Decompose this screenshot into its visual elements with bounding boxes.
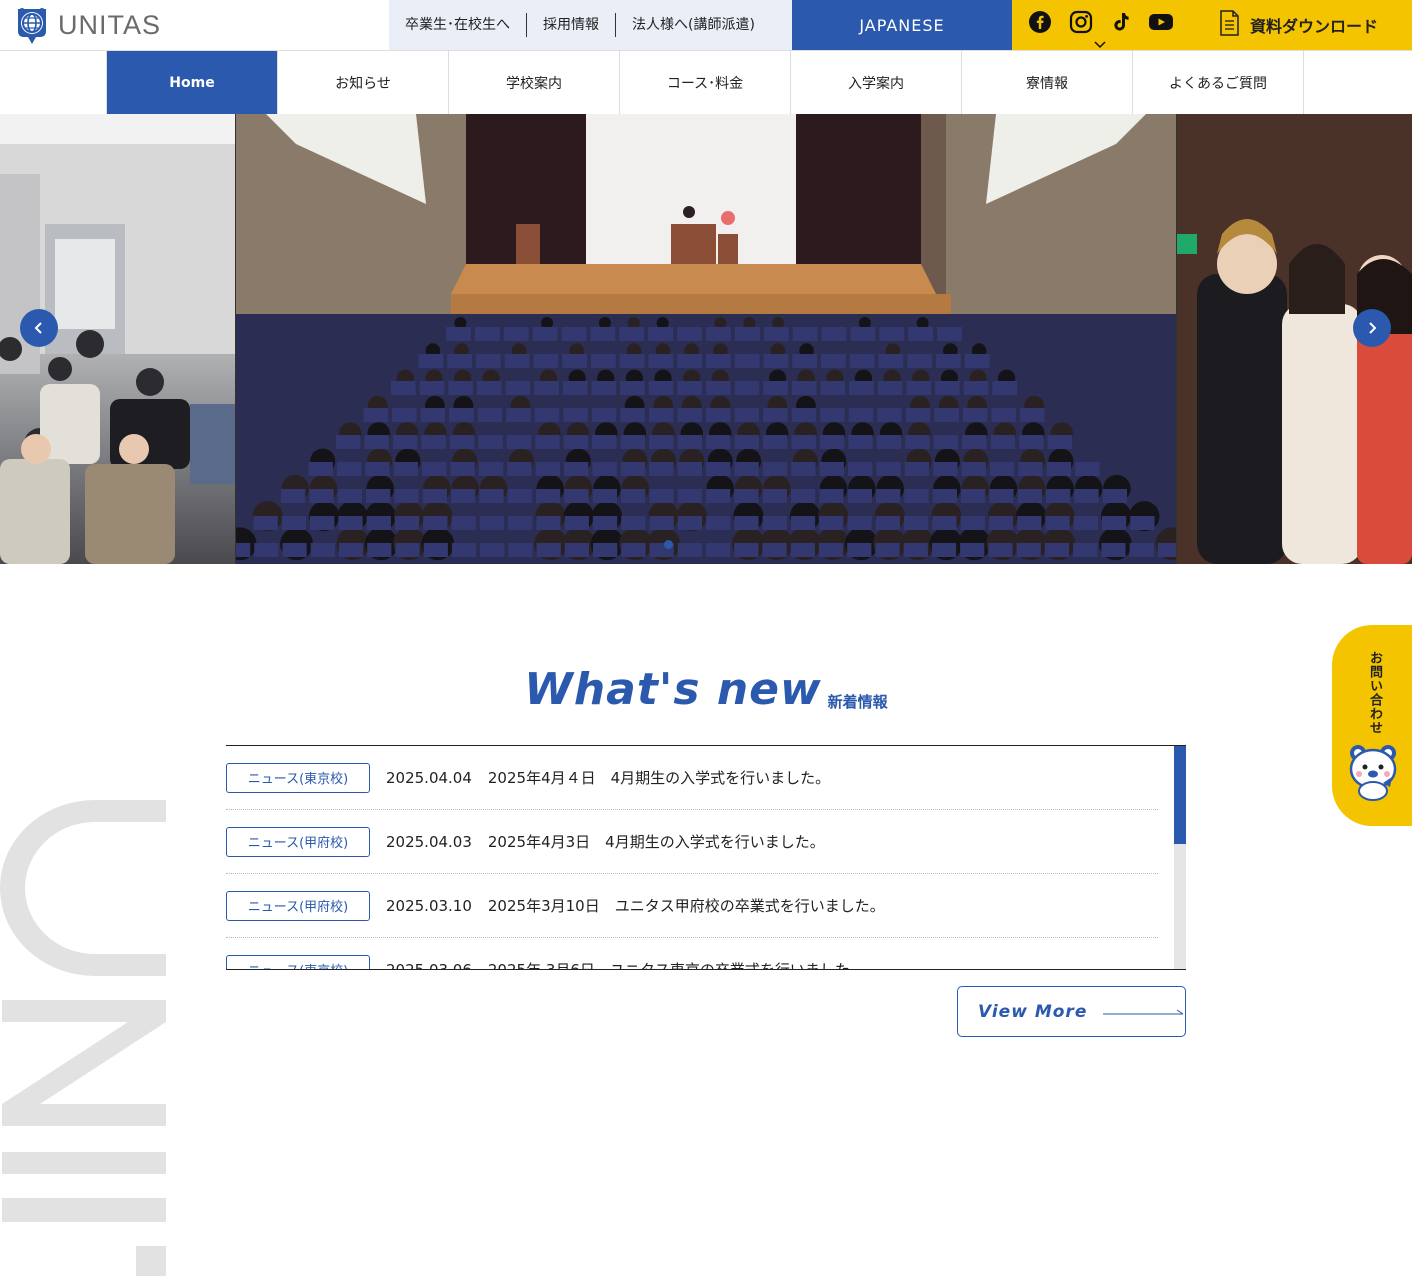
contact-label: お問い合わせ (1367, 651, 1382, 735)
document-icon (1218, 10, 1240, 40)
utility-links: 卒業生･在校生へ 採用情報 法人様へ(講師派遣) (389, 0, 792, 50)
news-date: 2025.04.03 (386, 832, 472, 851)
logo-text: UNITAS (58, 9, 162, 40)
nav-item-news[interactable]: お知らせ (278, 51, 449, 114)
language-button[interactable]: JAPANESE (792, 0, 1012, 50)
util-link-corporate[interactable]: 法人様へ(講師派遣) (615, 13, 771, 37)
news-title[interactable]: 2025年4月3日 4月期生の入学式を行いました。 (488, 831, 825, 852)
whats-new-subtitle: 新着情報 (827, 693, 888, 711)
slide-ceremony-hall-photo (236, 114, 1176, 564)
slider-dots (664, 540, 673, 549)
nav-item-courses-fees[interactable]: コース･料金 (620, 51, 791, 114)
nav-item-admission[interactable]: 入学案内 (791, 51, 962, 114)
news-list: ニュース(東京校) 2025.04.04 2025年4月４日 4月期生の入学式を… (226, 746, 1158, 970)
globe-logo-icon (14, 7, 50, 44)
util-link-recruit[interactable]: 採用情報 (526, 13, 615, 37)
view-more-label: View More (978, 1001, 1088, 1022)
util-link-alumni[interactable]: 卒業生･在校生へ (389, 13, 526, 37)
news-item[interactable]: ニュース(東京校) 2025.03.06 2025年 3月6日 ユニタス東京の卒… (226, 938, 1158, 970)
news-scrollbar-thumb[interactable] (1174, 746, 1186, 844)
download-brochure-button[interactable]: 資料ダウンロード (1218, 0, 1412, 50)
news-category-tag[interactable]: ニュース(東京校) (226, 762, 370, 793)
facebook-icon[interactable] (1028, 10, 1054, 36)
slider-prev-button[interactable] (20, 309, 58, 347)
news-date: 2025.03.10 (386, 896, 472, 915)
youtube-icon[interactable] (1148, 10, 1174, 36)
download-label: 資料ダウンロード (1250, 17, 1379, 36)
nav-item-faq[interactable]: よくあるご質問 (1133, 51, 1304, 114)
news-item[interactable]: ニュース(甲府校) 2025.03.10 2025年3月10日 ユニタス甲府校の… (226, 874, 1158, 938)
news-scrollbar[interactable] (1174, 746, 1186, 969)
whats-new-heading: What's new 新着情報 (0, 662, 1412, 718)
view-more-button[interactable]: View More (957, 986, 1186, 1037)
nav-item-dormitory[interactable]: 寮情報 (962, 51, 1133, 114)
decorative-background-lettering (0, 800, 170, 1276)
news-date: 2025.04.04 (386, 768, 472, 787)
news-date: 2025.03.06 (386, 960, 472, 970)
chevron-right-icon (1369, 322, 1377, 334)
news-category-tag[interactable]: ニュース(甲府校) (226, 826, 370, 857)
contact-side-tab[interactable]: お問い合わせ (1332, 625, 1412, 826)
news-category-tag[interactable]: ニュース(東京校) (226, 954, 370, 969)
tiktok-icon[interactable] (1109, 10, 1135, 36)
slider-dot-1[interactable] (664, 540, 673, 549)
news-item[interactable]: ニュース(東京校) 2025.04.04 2025年4月４日 4月期生の入学式を… (226, 746, 1158, 810)
news-list-box: ニュース(東京校) 2025.04.04 2025年4月４日 4月期生の入学式を… (226, 745, 1186, 970)
bear-mascot-icon (1346, 743, 1400, 801)
instagram-icon[interactable] (1069, 10, 1095, 36)
news-item[interactable]: ニュース(甲府校) 2025.04.03 2025年4月3日 4月期生の入学式を… (226, 810, 1158, 874)
site-logo[interactable]: UNITAS (14, 6, 161, 44)
main-nav: Home お知らせ 学校案内 コース･料金 入学案内 寮情報 よくあるご質問 (0, 50, 1412, 114)
hero-slider (0, 114, 1412, 564)
chevron-left-icon (34, 322, 42, 334)
news-category-tag[interactable]: ニュース(甲府校) (226, 890, 370, 921)
nav-item-school-info[interactable]: 学校案内 (449, 51, 620, 114)
long-arrow-right-icon (1103, 1002, 1185, 1021)
news-title[interactable]: 2025年4月４日 4月期生の入学式を行いました。 (488, 767, 830, 788)
chevron-down-icon[interactable] (1094, 34, 1108, 49)
nav-item-home[interactable]: Home (107, 51, 278, 114)
news-title[interactable]: 2025年3月10日 ユニタス甲府校の卒業式を行いました。 (488, 895, 885, 916)
news-title[interactable]: 2025年 3月6日 ユニタス東京の卒業式を行いました。 (488, 959, 865, 969)
top-bar: UNITAS 卒業生･在校生へ 採用情報 法人様へ(講師派遣) JAPANESE… (0, 0, 1412, 50)
whats-new-title: What's new (524, 664, 822, 715)
slider-next-button[interactable] (1353, 309, 1391, 347)
